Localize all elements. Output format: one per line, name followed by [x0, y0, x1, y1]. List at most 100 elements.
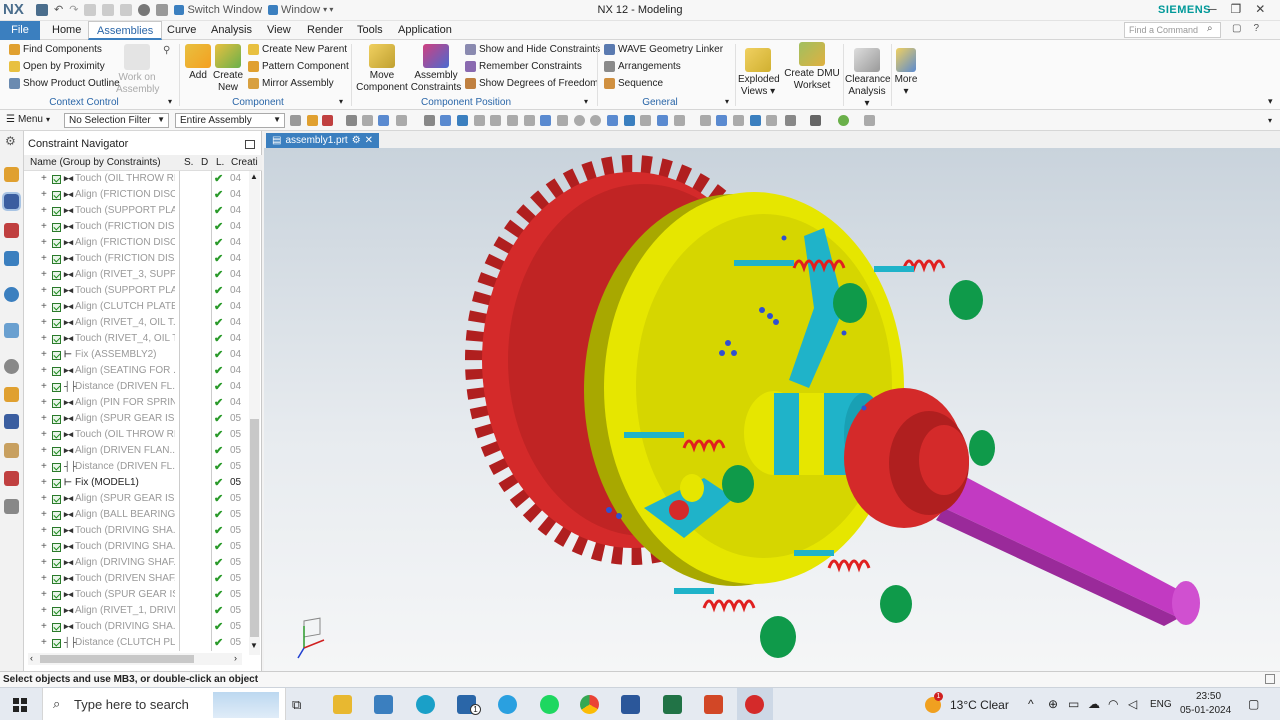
wave-geometry-linker-button[interactable]: WAVE Geometry Linker	[604, 44, 723, 55]
move-component-button[interactable]: Move Component	[356, 44, 408, 94]
scroll-up-icon[interactable]: ▲	[250, 172, 258, 181]
snap-icon[interactable]	[607, 115, 618, 126]
snap-icon[interactable]	[490, 115, 501, 126]
chevron-down-icon[interactable]: ▾	[168, 97, 172, 106]
expand-icon[interactable]: +	[41, 541, 47, 552]
filter-icon[interactable]	[290, 115, 301, 126]
view-icon[interactable]	[750, 115, 761, 126]
snap-icon[interactable]	[674, 115, 685, 126]
pattern-component-button[interactable]: Pattern Component	[248, 61, 349, 72]
tab-analysis[interactable]: Analysis	[203, 21, 260, 40]
constraint-row[interactable]: + ▸◂ Touch (FRICTION DIS... ✔ 04	[24, 219, 250, 235]
create-new-button[interactable]: Create New	[212, 44, 244, 94]
cloud-icon[interactable]: ☁	[1088, 697, 1100, 711]
expand-icon[interactable]: +	[41, 525, 47, 536]
show-product-outline-button[interactable]: Show Product Outline	[9, 78, 120, 89]
snap-icon[interactable]	[624, 115, 635, 126]
chevron-up-icon[interactable]: ^	[1028, 697, 1034, 711]
assembly-navigator-icon[interactable]	[4, 167, 19, 182]
minimize-icon[interactable]: ─	[1208, 2, 1217, 16]
expand-icon[interactable]: +	[41, 605, 47, 616]
constraint-row[interactable]: + ▸◂ Align (CLUTCH PLATE... ✔ 04	[24, 299, 250, 315]
visibility-checkbox[interactable]	[52, 239, 61, 248]
chevron-down-icon[interactable]: ▾	[1268, 116, 1272, 125]
powerpoint-icon[interactable]	[704, 695, 723, 714]
ribbon-minimize-icon[interactable]: ▢	[1232, 23, 1241, 34]
constraint-row[interactable]: + ▸◂ Align (FRICTION DISC... ✔ 04	[24, 235, 250, 251]
expand-icon[interactable]: +	[41, 573, 47, 584]
assembly-model-view[interactable]	[264, 148, 1280, 671]
add-component-button[interactable]: Add	[184, 44, 212, 82]
visibility-checkbox[interactable]	[52, 415, 61, 424]
expand-icon[interactable]: +	[41, 461, 47, 472]
vertical-scroll-thumb[interactable]	[250, 419, 259, 637]
task-view-icon[interactable]: ⧉	[292, 697, 301, 713]
visibility-checkbox[interactable]	[52, 639, 61, 648]
visibility-checkbox[interactable]	[52, 351, 61, 360]
mirror-assembly-button[interactable]: Mirror Assembly	[248, 78, 334, 89]
expand-icon[interactable]: +	[41, 205, 47, 216]
column-name[interactable]: Name (Group by Constraints)	[30, 157, 161, 168]
telegram-icon[interactable]	[498, 695, 517, 714]
constraint-row[interactable]: + ▸◂ Align (SEATING FOR ... ✔ 04	[24, 363, 250, 379]
show-dof-button[interactable]: Show Degrees of Freedom	[465, 78, 599, 89]
expand-icon[interactable]: +	[41, 173, 47, 184]
tab-application[interactable]: Application	[390, 21, 460, 40]
selection-scope-dropdown[interactable]: Entire Assembly ▼	[175, 113, 285, 128]
snap-icon[interactable]	[396, 115, 407, 126]
visibility-checkbox[interactable]	[52, 479, 61, 488]
column-d[interactable]: D	[201, 157, 208, 168]
visibility-checkbox[interactable]	[52, 303, 61, 312]
chevron-down-icon[interactable]: ▾	[1268, 96, 1273, 107]
more-button[interactable]: More ▾	[893, 48, 919, 98]
render-style-icon[interactable]	[810, 115, 821, 126]
store-icon[interactable]	[374, 695, 393, 714]
globe-icon[interactable]: ⊕	[1048, 697, 1058, 711]
menu-button[interactable]: ☰ Menu ▾	[6, 114, 50, 125]
visibility-checkbox[interactable]	[52, 223, 61, 232]
visibility-checkbox[interactable]	[52, 431, 61, 440]
constraint-row[interactable]: + ▸◂ Align (SPUR GEAR IS... ✔ 05	[24, 491, 250, 507]
excel-icon[interactable]	[663, 695, 682, 714]
wifi-icon[interactable]: ◠	[1108, 697, 1118, 711]
save-icon[interactable]	[36, 3, 48, 16]
windows-start-icon[interactable]	[13, 698, 27, 712]
pin-icon[interactable]: ⚲	[163, 45, 170, 56]
expand-icon[interactable]: +	[41, 285, 47, 296]
group-component-position[interactable]: Component Position	[352, 97, 580, 108]
tab-view[interactable]: View	[259, 21, 299, 40]
visibility-checkbox[interactable]	[52, 623, 61, 632]
snap-icon[interactable]	[440, 115, 451, 126]
expand-icon[interactable]: +	[41, 397, 47, 408]
copy-icon[interactable]	[102, 3, 115, 16]
view-icon[interactable]	[733, 115, 744, 126]
undo-icon[interactable]: ↶	[54, 3, 63, 16]
palette-icon[interactable]	[4, 443, 19, 458]
maximize-icon[interactable]	[245, 140, 255, 149]
status-toggle-icon[interactable]	[1265, 674, 1275, 684]
work-on-assembly-button[interactable]: Work on Assembly	[116, 44, 159, 96]
snap-icon[interactable]	[457, 115, 468, 126]
visibility-checkbox[interactable]	[52, 207, 61, 216]
tab-file[interactable]: File	[0, 21, 40, 40]
constraint-row[interactable]: + ┤├ Distance (DRIVEN FL... ✔ 05	[24, 459, 250, 475]
constraint-row[interactable]: + ▸◂ Align (SPUR GEAR IS... ✔ 05	[24, 411, 250, 427]
constraint-row[interactable]: + ▸◂ Align (DRIVEN FLAN... ✔ 05	[24, 443, 250, 459]
reuse-library-icon[interactable]	[4, 251, 19, 266]
window-menu[interactable]: Window ▾ ▾	[268, 4, 333, 16]
expand-icon[interactable]: +	[41, 381, 47, 392]
history-icon[interactable]	[4, 323, 19, 338]
expand-icon[interactable]: +	[41, 621, 47, 632]
expand-icon[interactable]: +	[41, 317, 47, 328]
weather-text[interactable]: 13°C Clear	[950, 698, 1009, 712]
create-new-parent-button[interactable]: Create New Parent	[248, 44, 347, 55]
expand-icon[interactable]: +	[41, 493, 47, 504]
search-icon[interactable]: ⌕	[1207, 23, 1213, 34]
tab-tools[interactable]: Tools	[349, 21, 391, 40]
chevron-down-icon[interactable]: ▾	[584, 97, 588, 106]
column-created[interactable]: Creati	[231, 157, 258, 168]
language-indicator[interactable]: ENG	[1150, 699, 1172, 710]
report-icon[interactable]	[4, 471, 19, 486]
visibility-checkbox[interactable]	[52, 511, 61, 520]
expand-icon[interactable]: +	[41, 333, 47, 344]
